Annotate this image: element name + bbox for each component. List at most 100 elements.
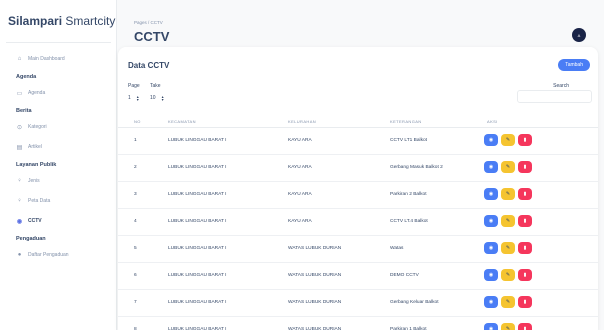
table-cell: Watas [390, 246, 404, 251]
table-cell: LUBUK LINGGAU BARAT I [168, 300, 227, 305]
sidebar-item-peta-data[interactable]: ♀ Peta Data [0, 194, 117, 208]
delete-button[interactable]: ▮ [518, 134, 532, 146]
table-cell: LUBUK LINGGAU BARAT I [168, 219, 227, 224]
table-header: NO KECAMATAN KELURAHAN KETERANGAN AKSI [118, 116, 598, 128]
edit-button[interactable]: ✎ [501, 134, 515, 146]
eye-icon: ◉ [488, 272, 494, 278]
eye-icon: ◉ [488, 137, 494, 143]
take-stepper[interactable]: 10 ▴ ▾ [150, 92, 164, 103]
eye-icon: ◉ [488, 326, 494, 330]
view-button[interactable]: ◉ [484, 161, 498, 173]
delete-button[interactable]: ▮ [518, 188, 532, 200]
table-cell: 1 [134, 138, 137, 143]
eye-icon: ◉ [488, 191, 494, 197]
delete-button[interactable]: ▮ [518, 242, 532, 254]
sidebar-item-label: CCTV [28, 218, 42, 224]
trash-icon: ▮ [523, 218, 527, 224]
view-button[interactable]: ◉ [484, 215, 498, 227]
edit-button[interactable]: ✎ [501, 296, 515, 308]
table-row: 8 LUBUK LINGGAU BARAT I WATAS LUBUK DURIAN… [118, 317, 598, 330]
search-input[interactable] [517, 90, 592, 103]
avatar[interactable]: A [572, 28, 586, 42]
edit-button[interactable]: ✎ [501, 269, 515, 281]
brand-logo[interactable]: Silampari Smartcity [8, 14, 115, 28]
view-button[interactable]: ◉ [484, 269, 498, 281]
table-cell: 3 [134, 192, 137, 197]
table-row: 4 LUBUK LINGGAU BARAT I KAYU ARA CCTV LT.4 … [118, 209, 598, 236]
view-button[interactable]: ◉ [484, 323, 498, 330]
sidebar-section-title: Layanan Publik [16, 162, 57, 168]
table-cell: 4 [134, 219, 137, 224]
table-cell: 5 [134, 246, 137, 251]
sidebar-item-agenda[interactable]: ▭ Agenda [0, 86, 117, 100]
sidebar-item-label: Peta Data [28, 198, 51, 204]
table-row: 3 LUBUK LINGGAU BARAT I KAYU ARA Parkiran 2… [118, 182, 598, 209]
divider [6, 42, 111, 43]
sidebar-item-kategori[interactable]: ⊙ Kategori [0, 120, 117, 134]
edit-button[interactable]: ✎ [501, 323, 515, 330]
table-cell: KAYU ARA [288, 165, 312, 170]
sidebar-nav: ⌂ Main Dashboard Agenda ▭ Agenda Berita ⊙ Kateg… [0, 52, 117, 268]
table-row: 7 LUBUK LINGGAU BARAT I WATAS LUBUK DURIAN… [118, 290, 598, 317]
view-button[interactable]: ◉ [484, 188, 498, 200]
stepper-arrows-icon[interactable]: ▴ ▾ [137, 94, 139, 101]
sidebar-item-daftar-pengaduan[interactable]: ● Daftar Pengaduan [0, 248, 117, 262]
view-button[interactable]: ◉ [484, 242, 498, 254]
view-button[interactable]: ◉ [484, 296, 498, 308]
page-label: Page [128, 83, 140, 89]
header: Pages / CCTV CCTV A [124, 8, 594, 48]
stepper-arrows-icon[interactable]: ▴ ▾ [162, 94, 164, 101]
eye-icon: ◉ [488, 299, 494, 305]
table-cell: CCTV LT1 Balkot [390, 138, 427, 143]
table-cell: LUBUK LINGGAU BARAT I [168, 165, 227, 170]
delete-button[interactable]: ▮ [518, 296, 532, 308]
eye-icon: ◉ [488, 218, 494, 224]
delete-button[interactable]: ▮ [518, 215, 532, 227]
add-button[interactable]: Tambah [558, 59, 590, 71]
column-header: AKSI [487, 119, 498, 124]
sidebar-item-artikel[interactable]: ▤ Artikel [0, 140, 117, 154]
sidebar-item-cctv[interactable]: ◉ CCTV [0, 214, 117, 228]
article-icon: ▤ [16, 144, 23, 151]
delete-button[interactable]: ▮ [518, 161, 532, 173]
calendar-icon: ▭ [16, 90, 23, 97]
table-cell: CCTV LT.4 Balkot [390, 219, 428, 224]
column-header: NO [134, 119, 141, 124]
edit-button[interactable]: ✎ [501, 188, 515, 200]
pencil-icon: ✎ [505, 245, 511, 251]
edit-button[interactable]: ✎ [501, 215, 515, 227]
trash-icon: ▮ [523, 245, 527, 251]
sidebar-section-title: Berita [16, 108, 32, 114]
sidebar-item-label: Daftar Pengaduan [28, 252, 69, 258]
sidebar-item-label: Main Dashboard [28, 56, 65, 62]
delete-button[interactable]: ▮ [518, 269, 532, 281]
table-row: 2 LUBUK LINGGAU BARAT I KAYU ARA Gerbang Ma… [118, 155, 598, 182]
trash-icon: ▮ [523, 299, 527, 305]
table-cell: LUBUK LINGGAU BARAT I [168, 273, 227, 278]
brand-rest: Smartcity [62, 14, 116, 28]
trash-icon: ▮ [523, 137, 527, 143]
edit-button[interactable]: ✎ [501, 242, 515, 254]
table-cell: LUBUK LINGGAU BARAT I [168, 192, 227, 197]
eye-icon: ◉ [488, 245, 494, 251]
pencil-icon: ✎ [505, 164, 511, 170]
table-cell: WATAS LUBUK DURIAN [288, 246, 342, 251]
edit-button[interactable]: ✎ [501, 161, 515, 173]
table-cell: 6 [134, 273, 137, 278]
take-label: Take [150, 83, 161, 89]
sidebar-item-main-dashboard[interactable]: ⌂ Main Dashboard [0, 52, 117, 66]
sidebar-item-label: Agenda [28, 90, 46, 96]
sidebar-section-title: Agenda [16, 74, 37, 80]
view-button[interactable]: ◉ [484, 134, 498, 146]
trash-icon: ▮ [523, 272, 527, 278]
table-cell: 2 [134, 165, 137, 170]
column-header: KELURAHAN [288, 119, 317, 124]
delete-button[interactable]: ▮ [518, 323, 532, 330]
table-cell: KAYU ARA [288, 219, 312, 224]
table-cell: WATAS LUBUK DURIAN [288, 300, 342, 305]
table-cell: DEMO CCTV [390, 273, 419, 278]
sidebar-item-jenis[interactable]: ♀ Jenis [0, 174, 117, 188]
category-icon: ⊙ [16, 124, 23, 131]
page-stepper[interactable]: 1 ▴ ▾ [128, 92, 139, 103]
table-cell: Gerbang Masuk Balkot 2 [390, 165, 443, 170]
